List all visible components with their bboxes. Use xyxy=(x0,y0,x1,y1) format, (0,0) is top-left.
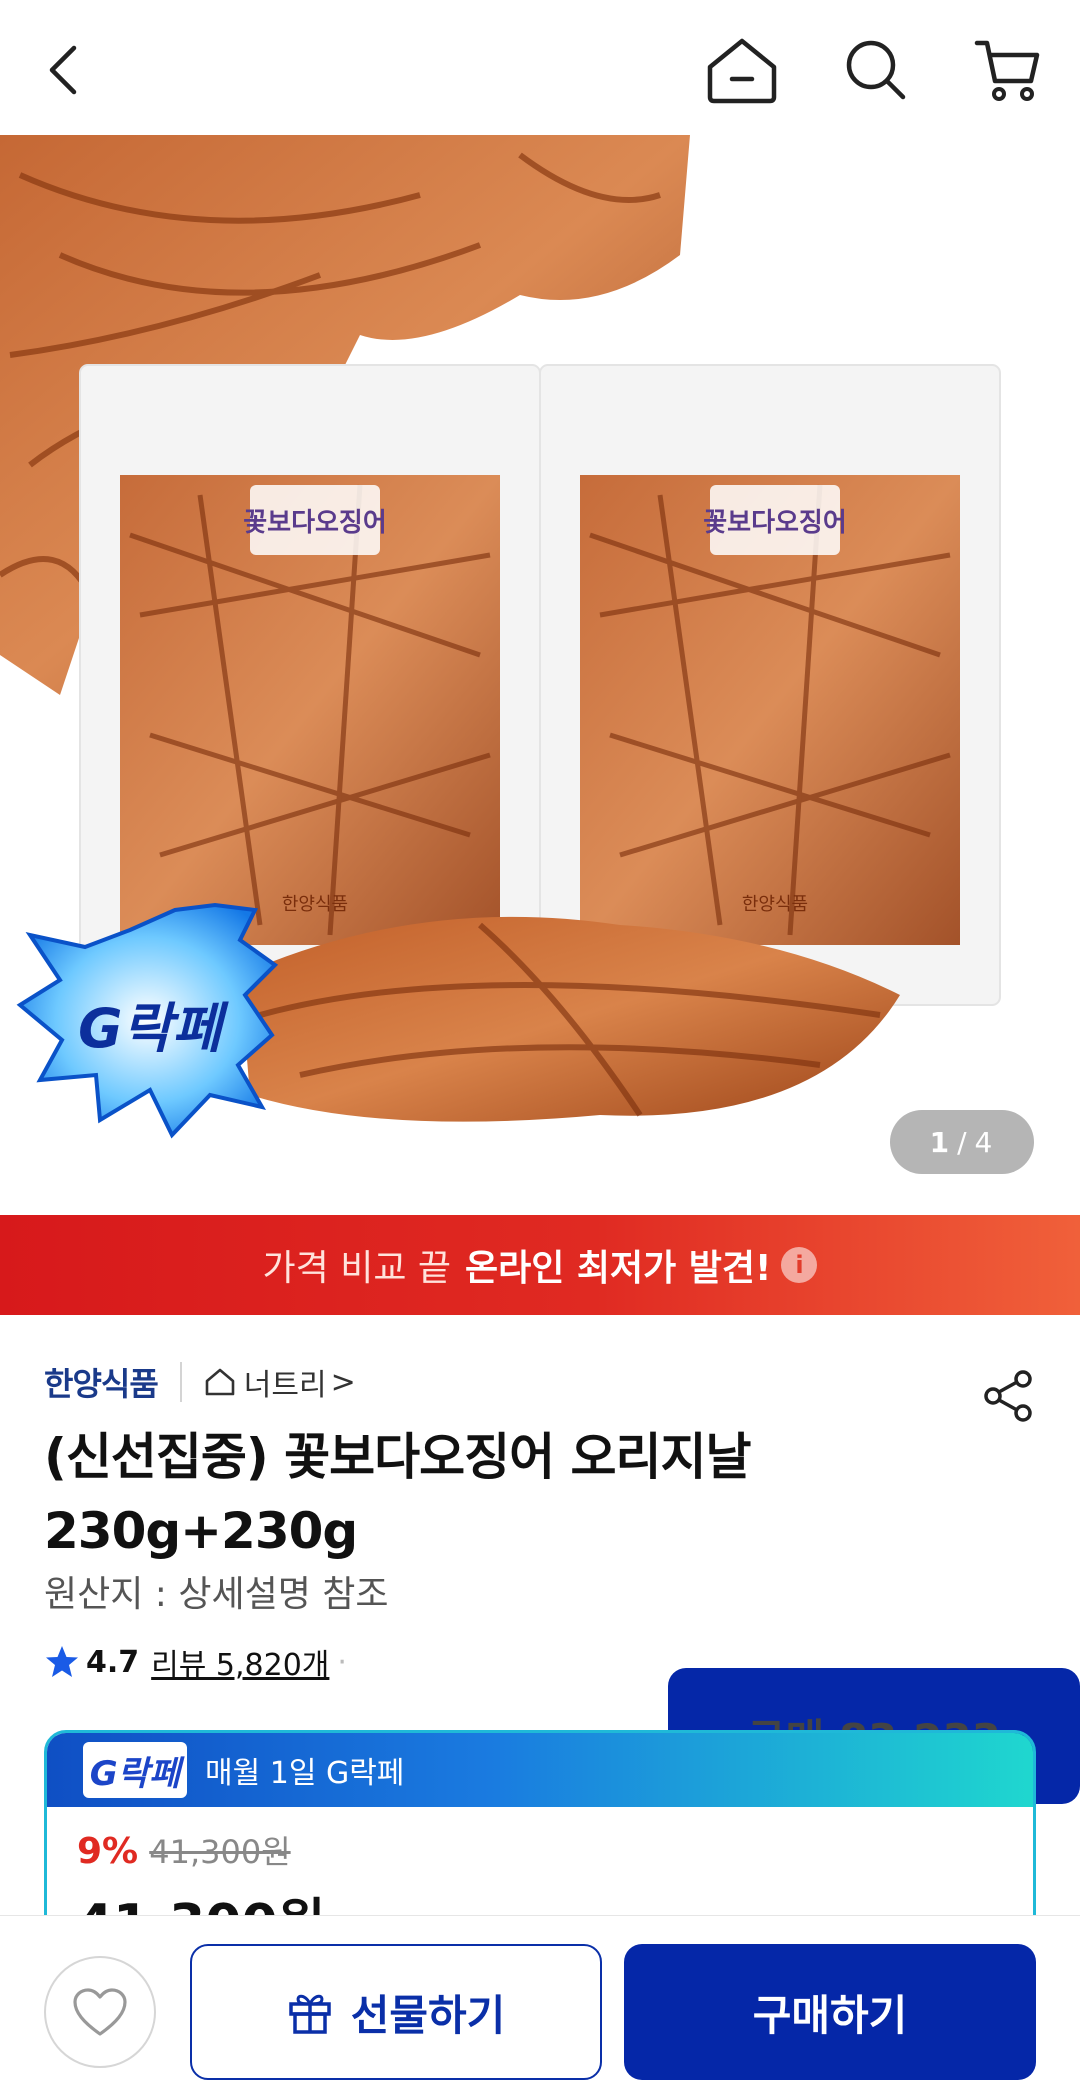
grakpe-header-text: 매월 1일 G락페 xyxy=(205,1756,405,1791)
grakpe-badge-text: G락페 xyxy=(78,997,229,1060)
rating-score: 4.7 xyxy=(86,1644,140,1680)
price-compare-banner[interactable]: 가격 비교 끝 온라인 최저가 발견! i xyxy=(0,1215,1080,1315)
chevron-right-icon: > xyxy=(330,1364,356,1400)
image-counter-current: 1 xyxy=(929,1125,952,1159)
package-maker-text: 한양식품 xyxy=(282,894,348,915)
share-button[interactable] xyxy=(978,1366,1038,1426)
image-counter-total: 4 xyxy=(974,1125,995,1159)
gift-button-label: 선물하기 xyxy=(350,1990,506,2040)
buy-button[interactable]: 구매하기 xyxy=(624,1944,1036,2080)
image-counter: 1 / 4 xyxy=(890,1110,1034,1174)
banner-text-light: 가격 비교 끝 xyxy=(262,1248,452,1289)
top-nav-bar xyxy=(0,0,1080,135)
product-origin: 원산지 : 상세설명 참조 xyxy=(44,1574,389,1615)
package-maker-text-2: 한양식품 xyxy=(742,894,808,915)
discount-rate: 9% xyxy=(77,1831,139,1872)
grakpe-logo: G락페 xyxy=(83,1742,187,1798)
banner-text-strong: 온라인 최저가 발견! xyxy=(465,1248,772,1289)
heart-icon xyxy=(73,1988,127,2036)
product-page: 꽃보다오징어 꽃보다오징어 한양식품 한양식품 G락페 1 / 4 가격 비교 … xyxy=(0,0,1080,2100)
review-link[interactable]: 리뷰 5,820개 xyxy=(151,1640,329,1684)
chevron-left-icon xyxy=(49,45,77,95)
search-icon xyxy=(846,40,906,100)
cart-icon xyxy=(974,40,1040,101)
original-price: 41,300원 xyxy=(149,1833,291,1871)
home-button[interactable] xyxy=(694,22,790,118)
star-icon xyxy=(46,1646,78,1677)
gift-button[interactable]: 선물하기 xyxy=(190,1944,602,2080)
share-icon xyxy=(984,1370,1032,1422)
info-icon[interactable]: i xyxy=(781,1247,818,1283)
gift-icon xyxy=(288,1994,331,2034)
bottom-action-bar: 선물하기 구매하기 xyxy=(0,1915,1080,2100)
back-button[interactable] xyxy=(18,22,114,118)
grakpe-card-header: G락페 매월 1일 G락페 xyxy=(47,1733,1033,1807)
seller-brand-logo[interactable]: 한양식품 xyxy=(44,1359,159,1405)
image-counter-separator: / xyxy=(957,1125,969,1159)
rating-row: 4.7 리뷰 5,820개 · 구매 83,233 xyxy=(44,1640,1080,1804)
separator-dot: · xyxy=(337,1644,347,1680)
cart-button[interactable] xyxy=(960,22,1056,118)
product-image-carousel[interactable]: 꽃보다오징어 꽃보다오징어 한양식품 한양식품 G락페 xyxy=(0,135,1080,1215)
package-brand-text: 꽃보다오징어 xyxy=(243,508,387,538)
store-home-icon xyxy=(205,1368,235,1396)
search-button[interactable] xyxy=(828,22,924,118)
product-photo: 꽃보다오징어 꽃보다오징어 한양식품 한양식품 G락페 xyxy=(0,135,1001,1139)
product-title: (신선집중) 꽃보다오징어 오리지날 230g+230g xyxy=(44,1428,752,1560)
seller-row: 한양식품 너트리 > xyxy=(44,1355,356,1409)
store-name: 너트리 xyxy=(243,1368,327,1403)
favorite-button[interactable] xyxy=(44,1956,156,2068)
buy-button-label: 구매하기 xyxy=(752,1990,908,2040)
store-link[interactable]: 너트리 > xyxy=(204,1360,356,1404)
package-brand-text-2: 꽃보다오징어 xyxy=(703,508,847,538)
home-icon xyxy=(707,38,777,104)
seller-divider xyxy=(179,1362,182,1402)
